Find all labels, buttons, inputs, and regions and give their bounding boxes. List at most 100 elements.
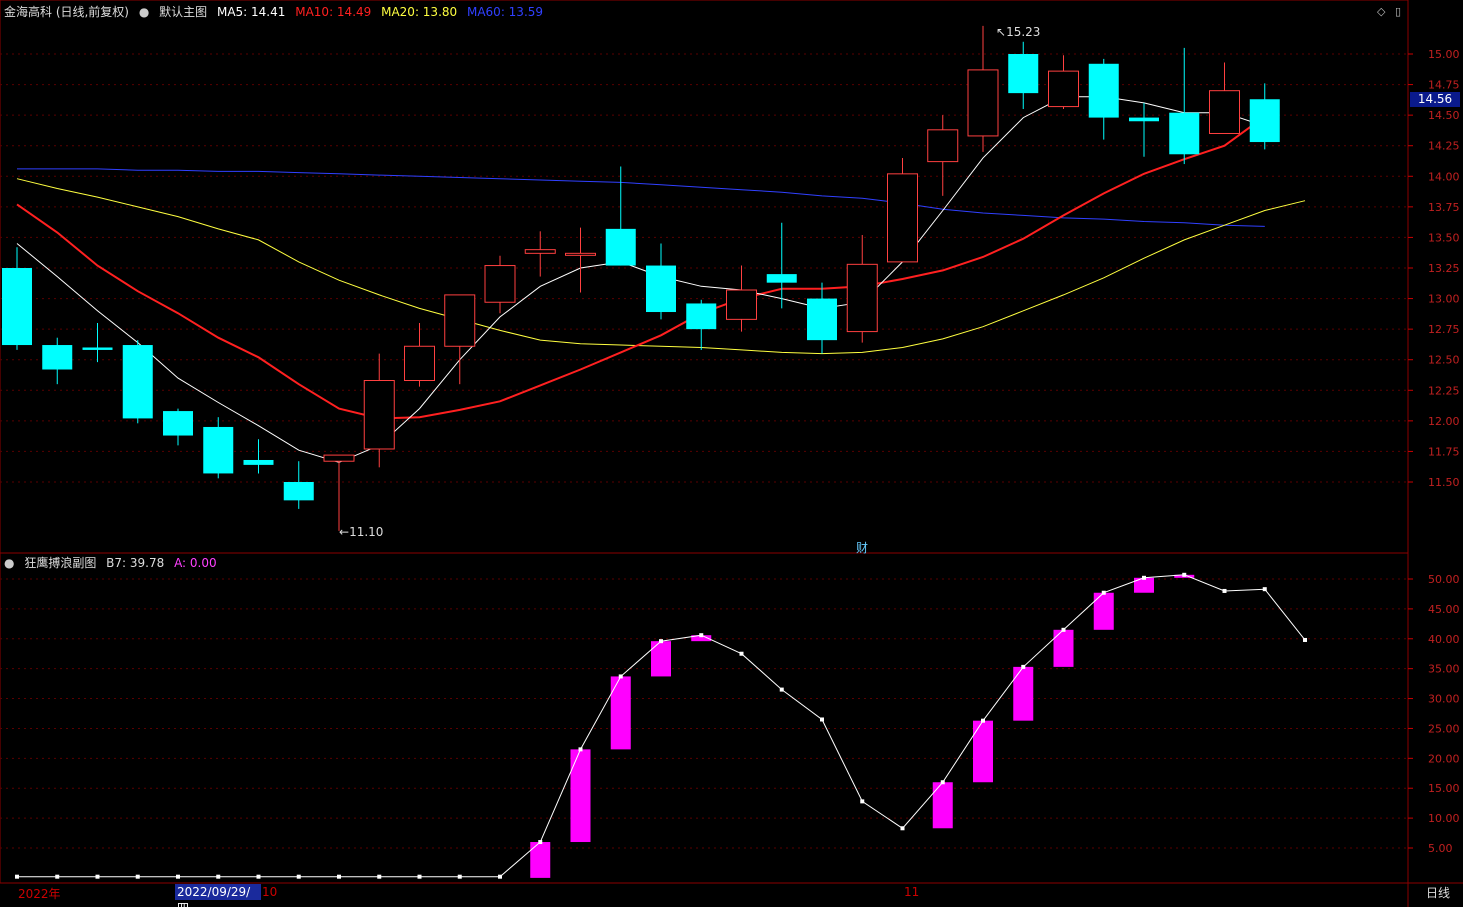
main-y-tick-label: 11.75 (1428, 445, 1460, 458)
a-label: A: 0.00 (174, 556, 217, 570)
b7-point (498, 874, 502, 879)
b7-point (417, 874, 422, 879)
candle-body-up (524, 249, 556, 254)
sub-chart-header: ● 狂鹰搏浪副图 B7: 39.78 A: 0.00 (4, 554, 223, 572)
b7-point (538, 840, 543, 845)
candle-body-down (807, 298, 837, 341)
x-label-oct: 10 (262, 885, 278, 899)
candle-body-up (484, 265, 516, 303)
high-price-value: 15.23 (1006, 25, 1041, 39)
b7-point (256, 874, 261, 879)
b7-point (1142, 575, 1146, 580)
sub-indicator-name[interactable]: 狂鹰搏浪副图 (24, 556, 96, 570)
b7-point (296, 874, 301, 879)
diamond-icon[interactable]: ◇ (1377, 5, 1385, 18)
ma60-label: MA60: 13.59 (466, 5, 544, 19)
ma5-label: MA5: 14.41 (216, 5, 286, 19)
candle-body-up (846, 263, 878, 333)
sub-panel-frame (0, 552, 1409, 884)
b7-point (739, 651, 744, 656)
main-y-tick-label: 15.00 (1428, 48, 1460, 61)
main-y-tick-label: 14.25 (1428, 140, 1460, 153)
sub-y-tick-label: 30.00 (1428, 693, 1460, 706)
candle-body-up (444, 294, 476, 347)
candle-body-down (82, 347, 113, 350)
main-y-tick-label: 13.50 (1428, 231, 1460, 244)
candle-body-down (1249, 99, 1280, 143)
b7-point (1182, 572, 1187, 577)
main-y-tick-label: 13.75 (1428, 201, 1460, 214)
candle-body-down (1008, 54, 1039, 94)
low-price-marker: ←11.10 (339, 525, 383, 539)
b7-point (1303, 637, 1307, 642)
main-y-tick-label: 14.50 (1428, 109, 1460, 122)
b7-point (860, 799, 865, 804)
b7-point (1021, 664, 1026, 669)
b7-point (578, 747, 583, 752)
ma20-label: MA20: 13.80 (381, 5, 458, 19)
b7-point (820, 717, 824, 722)
b7-point (1061, 627, 1066, 632)
ma10-line (16, 115, 1266, 420)
low-price-value: 11.10 (349, 525, 384, 539)
arrow-left-icon: ↖ (996, 25, 1007, 39)
main-indicator-name[interactable]: 默认主图 (159, 5, 207, 19)
sub-y-tick-label: 45.00 (1428, 603, 1460, 616)
sub-bar (1013, 666, 1034, 721)
sub-bar (1053, 629, 1074, 667)
b7-point (176, 874, 180, 879)
b7-point (779, 687, 784, 692)
candle-body-down (203, 426, 234, 474)
indicator-toggle-icon[interactable]: ● (139, 5, 149, 19)
candle-body-down (766, 274, 797, 283)
sub-bar (651, 641, 671, 677)
arrow-left-icon: ← (339, 525, 350, 539)
sub-y-tick-label: 25.00 (1428, 722, 1460, 735)
b7-point (1222, 588, 1227, 593)
candle-body-up (887, 173, 918, 263)
sub-y-tick-label: 20.00 (1428, 752, 1460, 765)
b7-point (900, 826, 905, 831)
candle-body-up (967, 69, 999, 137)
period-button[interactable]: 日线 (1414, 884, 1462, 902)
sub-bar (932, 782, 953, 829)
candle-body-down (1169, 112, 1200, 155)
current-price-tag: 14.56 (1410, 92, 1460, 107)
candle-body-up (565, 252, 596, 256)
candle-body-down (243, 459, 274, 465)
candle-body-up (363, 380, 395, 450)
main-y-tick-label: 13.25 (1428, 262, 1460, 275)
b7-point (659, 639, 663, 644)
main-chart-header: 金海高科 (日线,前复权) ● 默认主图 MA5: 14.41 MA10: 14… (4, 3, 549, 21)
sub-y-tick-label: 40.00 (1428, 633, 1460, 646)
sub-y-tick-label: 5.00 (1428, 842, 1453, 855)
chart-tool-icons: ◇ ▯ (1377, 5, 1401, 18)
kline-chart[interactable]: 15.00 14.75 14.50 14.25 14.00 13.75 13.50 13.25… (0, 0, 1463, 907)
candle-body-up (404, 345, 435, 382)
b7-point (699, 633, 704, 638)
stock-name: 金海高科 (日线,前复权) (4, 5, 129, 19)
sub-indicator-toggle-icon[interactable]: ● (4, 556, 14, 570)
sub-bar (610, 676, 631, 750)
sub-bar (570, 749, 591, 843)
b7-point (457, 874, 462, 879)
finance-marker[interactable]: 财 (856, 539, 868, 556)
sub-y-tick-label: 35.00 (1428, 663, 1460, 676)
b7-point (1101, 590, 1106, 595)
candle-body-up (1048, 70, 1079, 108)
b7-point (377, 874, 382, 879)
b7-point (1262, 587, 1267, 592)
sub-y-tick-label: 15.00 (1428, 782, 1460, 795)
main-y-tick-label: 12.25 (1428, 384, 1460, 397)
panel-icon[interactable]: ▯ (1395, 5, 1401, 18)
stock-chart-window: 15.00 14.75 14.50 14.25 14.00 13.75 13.50 13.25… (0, 0, 1463, 907)
sub-bar (530, 842, 551, 878)
candle-body-down (605, 228, 636, 266)
main-y-tick-label: 11.50 (1428, 476, 1460, 489)
b7-point (55, 874, 60, 879)
high-price-marker: ↖15.23 (996, 25, 1040, 39)
ma60-line (17, 168, 1265, 227)
sub-y-tick-label: 10.00 (1428, 812, 1460, 825)
b7-point (216, 874, 221, 879)
main-y-tick-label: 12.50 (1428, 354, 1460, 367)
